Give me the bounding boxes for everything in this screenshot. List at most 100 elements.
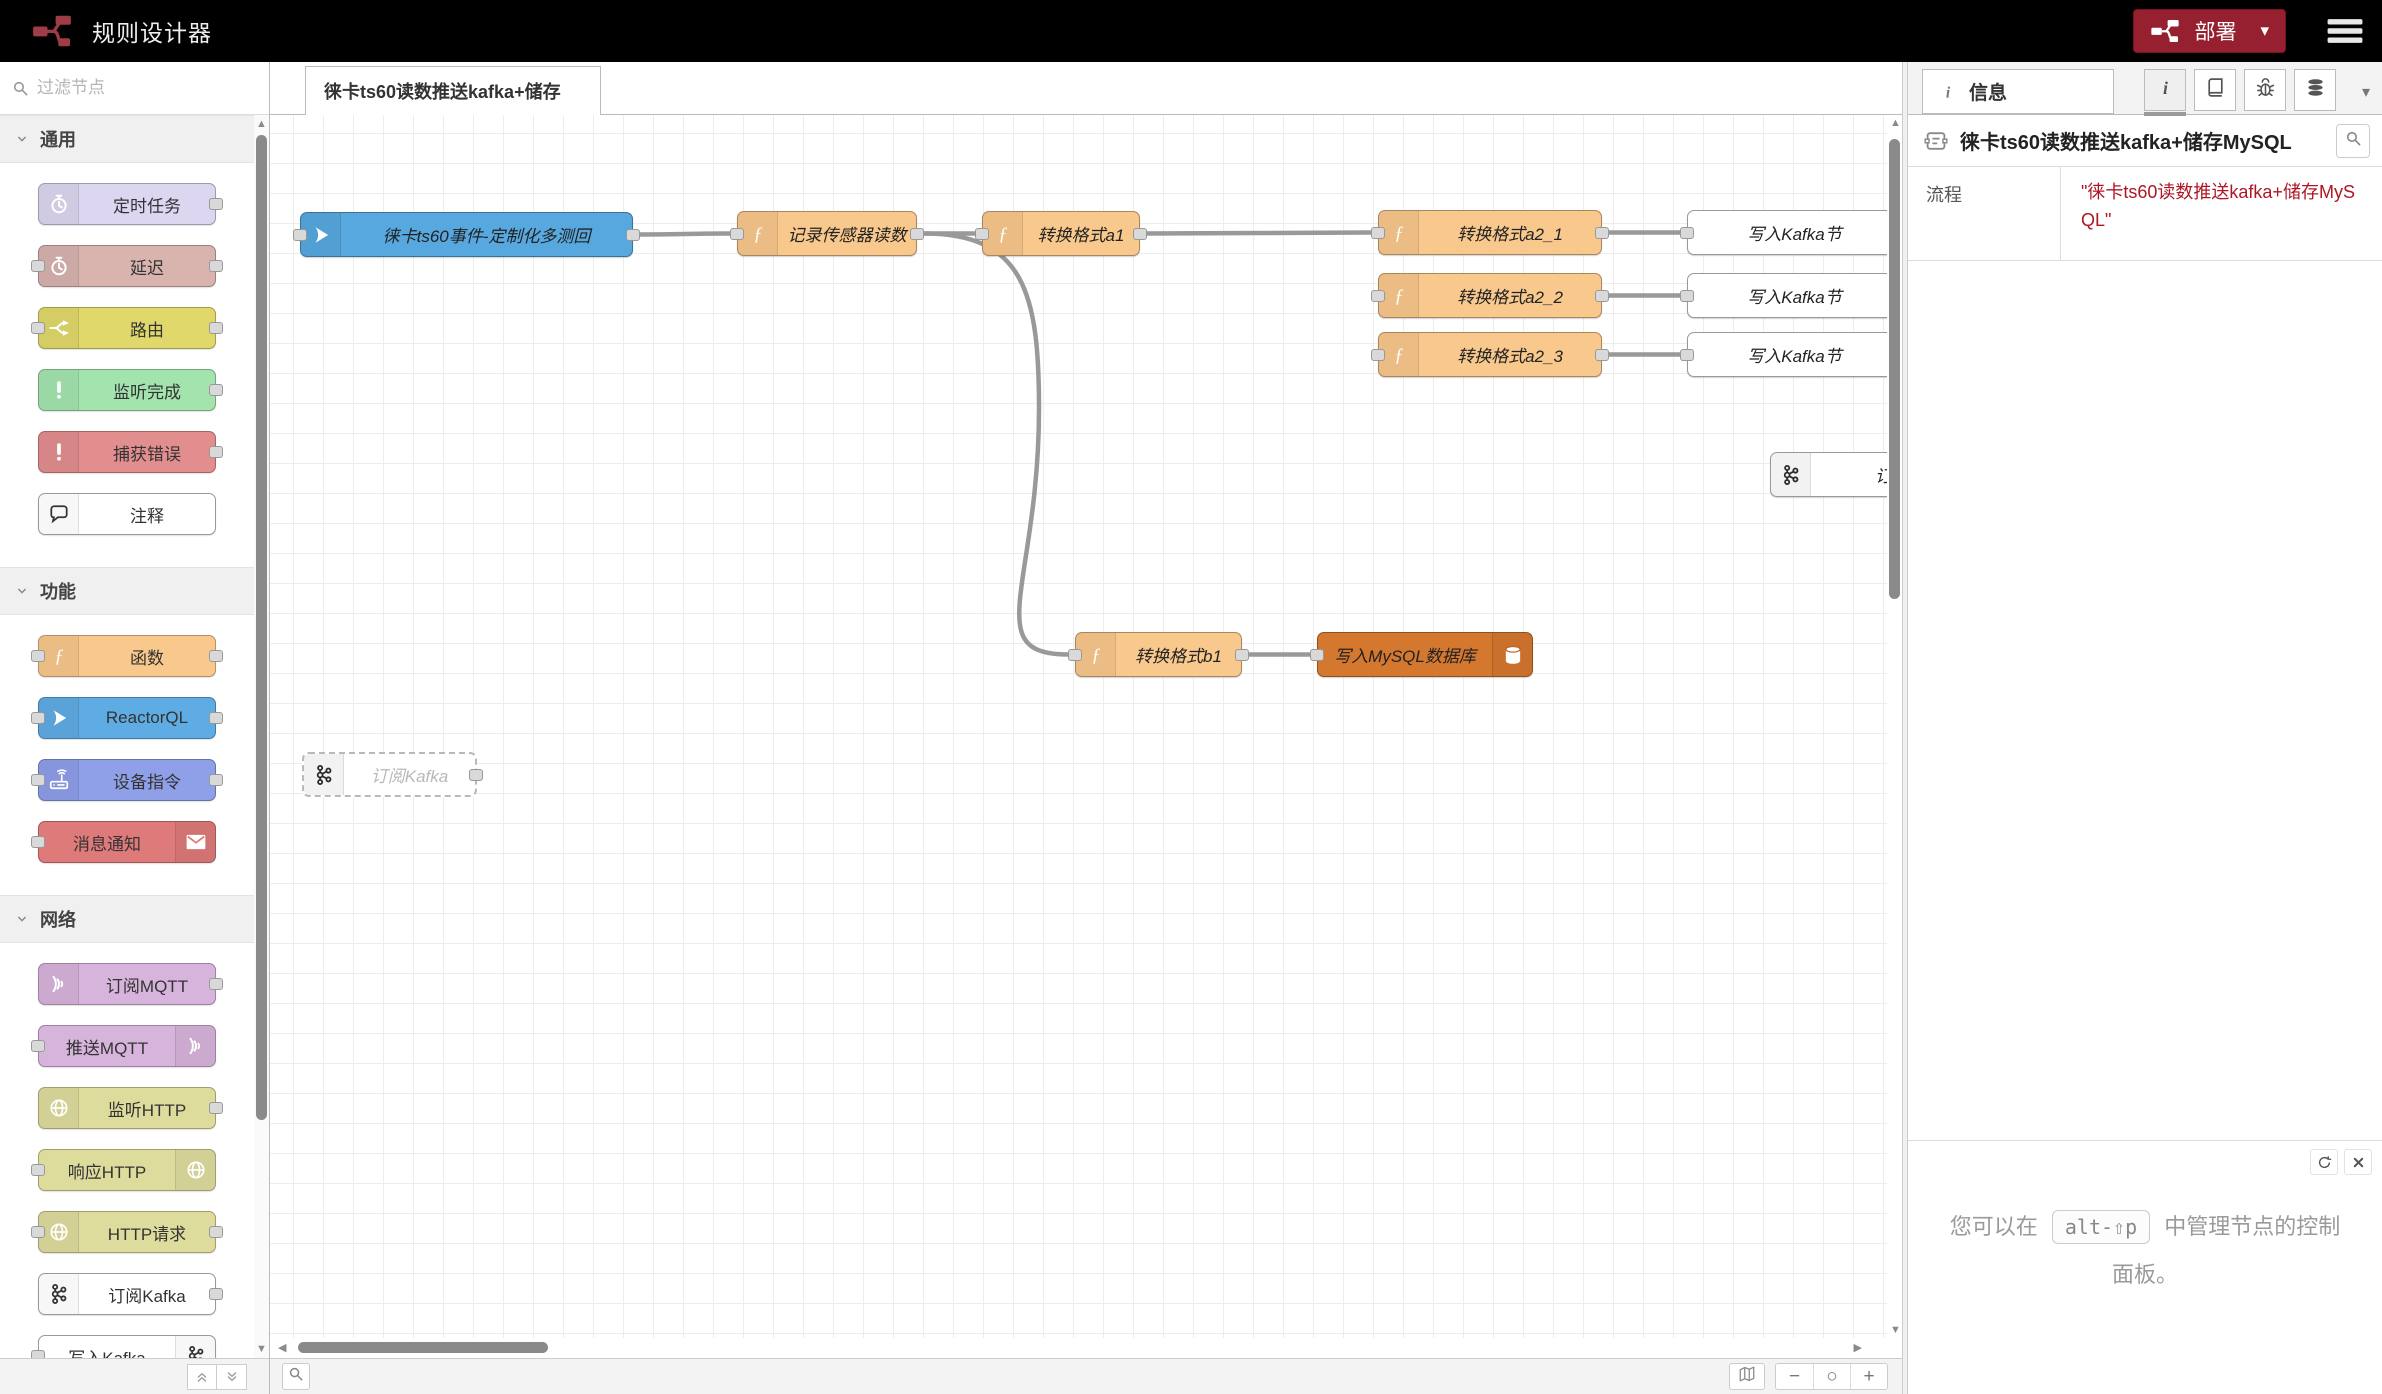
node-port-out[interactable] [209,1102,223,1114]
main-menu-button[interactable] [2326,15,2364,47]
zoom-reset-button[interactable]: ○ [1813,1364,1850,1389]
node-port-in[interactable] [730,228,744,240]
node-port-out[interactable] [209,322,223,334]
node-port-out[interactable] [209,650,223,662]
palette-node-捕获错误[interactable]: 捕获错误 [38,431,216,473]
flow-node-a22[interactable]: ƒ转换格式a2_2 [1378,273,1602,318]
node-port-out[interactable] [1595,349,1609,361]
node-port-in[interactable] [1310,649,1324,661]
palette-node-HTTP请求[interactable]: HTTP请求 [38,1211,216,1253]
close-button[interactable] [2344,1149,2372,1175]
flow-node-n3[interactable]: ƒ转换格式a1 [982,211,1140,256]
node-port-in[interactable] [31,836,45,848]
palette-node-写入Kafka[interactable]: 写入Kafka [38,1335,216,1358]
node-port-in[interactable] [1371,290,1385,302]
node-port-in[interactable] [1371,227,1385,239]
node-port-out[interactable] [1235,649,1249,661]
node-port-out[interactable] [1595,227,1609,239]
scroll-down-icon[interactable]: ▼ [1890,1324,1901,1336]
canvas-hscroll-thumb[interactable] [298,1342,548,1353]
flow-canvas[interactable]: 徕卡ts60事件-定制化多测回 ƒ记录传感器读数 ƒ转换格式a1 ƒ转换格式a2_1 ƒ… [270,115,1902,1338]
node-port-out[interactable] [209,1288,223,1300]
palette-filter-input[interactable] [37,78,257,98]
node-port-in[interactable] [31,650,45,662]
palette-node-订阅MQTT[interactable]: 订阅MQTT [38,963,216,1005]
flow-node-k3[interactable]: 写入Kafka节 [1687,332,1902,377]
flow-node-mysql[interactable]: 写入MySQL数据库 [1317,632,1533,677]
palette-section-header[interactable]: 网络 [0,895,254,943]
node-port-in[interactable] [1680,290,1694,302]
scroll-down-icon[interactable]: ▼ [254,1342,269,1356]
sidebar-tabs-caret-icon[interactable]: ▾ [2362,82,2370,102]
palette-node-订阅Kafka[interactable]: 订阅Kafka [38,1273,216,1315]
node-port-in[interactable] [31,260,45,272]
flow-node-a21[interactable]: ƒ转换格式a2_1 [1378,210,1602,255]
scroll-right-icon[interactable]: ▶ [1854,1341,1862,1354]
node-port-out[interactable] [209,446,223,458]
node-port-in[interactable] [1680,227,1694,239]
node-port-in[interactable] [31,774,45,786]
node-port-out[interactable] [1133,228,1147,240]
scroll-up-icon[interactable]: ▲ [1890,117,1901,129]
palette-scrollbar[interactable]: ▲ ▼ [254,115,269,1358]
palette-node-ReactorQL[interactable]: ReactorQL [38,697,216,739]
palette-section-header[interactable]: 功能 [0,567,254,615]
canvas-vertical-scrollbar[interactable]: ▲ ▼ [1887,115,1902,1338]
node-port-out[interactable] [209,198,223,210]
tab-context-button[interactable] [2294,69,2336,111]
palette-node-定时任务[interactable]: 定时任务 [38,183,216,225]
tab-help-button[interactable] [2194,69,2236,111]
node-port-out[interactable] [209,978,223,990]
expand-all-button[interactable] [217,1364,247,1390]
tab-info[interactable]: i 信息 [1922,69,2114,114]
flow-node-n1[interactable]: 徕卡ts60事件-定制化多测回 [300,212,633,257]
flow-node-n2[interactable]: ƒ记录传感器读数 [737,211,917,256]
scroll-up-icon[interactable]: ▲ [254,117,269,131]
palette-node-监听HTTP[interactable]: 监听HTTP [38,1087,216,1129]
flow-tab[interactable]: 徕卡ts60读数推送kafka+储存 [305,66,601,115]
wire-n1-n2[interactable] [640,234,730,235]
node-port-out[interactable] [209,384,223,396]
node-port-out[interactable] [209,712,223,724]
flow-node-sub1[interactable]: 订阅K [1770,452,1902,497]
zoom-in-button[interactable]: + [1850,1364,1887,1389]
node-port-in[interactable] [31,1040,45,1052]
palette-node-注释[interactable]: 注释 [38,493,216,535]
wire-n3-a21[interactable] [1147,233,1371,234]
flow-node-b1[interactable]: ƒ转换格式b1 [1075,632,1242,677]
canvas-search-button[interactable] [282,1363,310,1390]
info-search-button[interactable] [2336,124,2370,158]
node-port-in[interactable] [975,228,989,240]
node-port-in[interactable] [293,229,307,241]
node-port-out[interactable] [1595,290,1609,302]
node-port-in[interactable] [31,712,45,724]
node-port-out[interactable] [209,1226,223,1238]
palette-node-设备指令[interactable]: 设备指令 [38,759,216,801]
node-port-in[interactable] [1680,349,1694,361]
deploy-options-caret-icon[interactable]: ▾ [2250,21,2269,41]
flow-node-a23[interactable]: ƒ转换格式a2_3 [1378,332,1602,377]
flow-node-k2[interactable]: 写入Kafka节 [1687,273,1902,318]
palette-node-延迟[interactable]: 延迟 [38,245,216,287]
node-port-in[interactable] [1371,349,1385,361]
refresh-button[interactable] [2310,1149,2338,1175]
deploy-button[interactable]: 部署 ▾ [2133,9,2286,53]
flow-node-k1[interactable]: 写入Kafka节 [1687,210,1902,255]
palette-node-路由[interactable]: 路由 [38,307,216,349]
tab-debug-button[interactable] [2244,69,2286,111]
node-port-in[interactable] [31,322,45,334]
palette-node-函数[interactable]: ƒ函数 [38,635,216,677]
palette-node-推送MQTT[interactable]: 推送MQTT [38,1025,216,1067]
node-port-out[interactable] [209,774,223,786]
node-port-in[interactable] [31,1350,45,1358]
node-port-out[interactable] [469,769,483,781]
wire-n2-b1[interactable] [924,234,1068,655]
scroll-left-icon[interactable]: ◀ [278,1341,286,1354]
zoom-out-button[interactable]: − [1776,1364,1813,1389]
canvas-vscroll-thumb[interactable] [1889,139,1900,599]
flow-node-sub2[interactable]: 订阅Kafka [302,752,477,797]
palette-node-消息通知[interactable]: 消息通知 [38,821,216,863]
minimap-button[interactable] [1729,1363,1765,1390]
palette-node-监听完成[interactable]: 监听完成 [38,369,216,411]
node-port-out[interactable] [910,228,924,240]
